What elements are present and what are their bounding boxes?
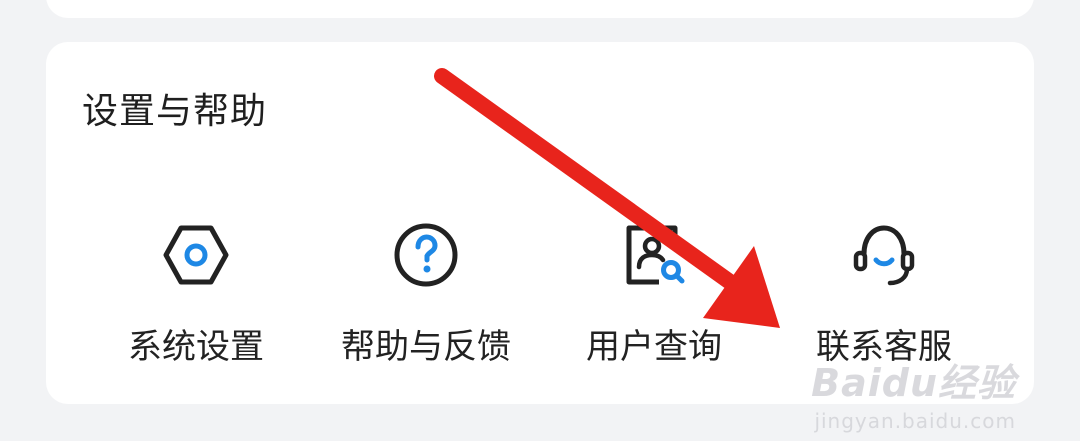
system-settings-label: 系统设置 (128, 327, 264, 367)
watermark-domain: jingyan.baidu.com (814, 409, 1016, 433)
watermark-brand: Baidu经验 (811, 361, 1016, 405)
system-settings-button[interactable]: 系统设置 (86, 220, 306, 370)
settings-hex-icon (163, 225, 229, 285)
contact-service-button[interactable]: 联系客服 (774, 220, 994, 370)
help-feedback-button[interactable]: 帮助与反馈 (316, 220, 536, 370)
settings-help-card: 设置与帮助 系统设置 帮助与反馈 用户查询 联系客服 (46, 42, 1034, 404)
user-query-button[interactable]: 用户查询 (544, 220, 764, 370)
previous-card (46, 0, 1034, 18)
user-search-icon (626, 225, 685, 285)
baidu-watermark: Baidu经验 jingyan.baidu.com (811, 352, 1016, 433)
headset-icon (853, 225, 915, 286)
user-query-label: 用户查询 (586, 327, 722, 367)
settings-grid: 系统设置 帮助与反馈 用户查询 联系客服 (46, 42, 1034, 404)
help-feedback-label: 帮助与反馈 (341, 327, 511, 367)
help-question-icon (394, 223, 458, 287)
